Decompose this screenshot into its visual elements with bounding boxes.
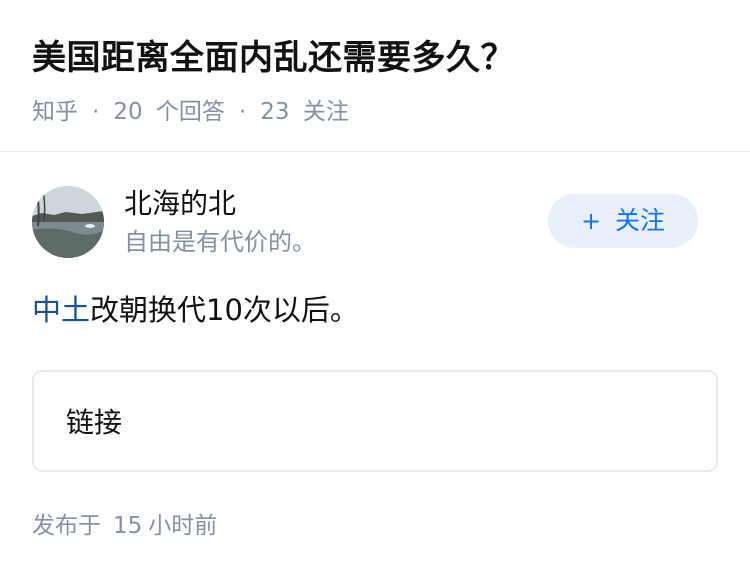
link-card-label: 链接 [66,406,123,439]
meta-separator: · [92,99,100,125]
plus-icon: + [580,207,602,235]
link-card[interactable]: 链接 [32,370,718,472]
answer-content: 中土改朝换代10次以后。 [0,290,750,330]
avatar-image [32,186,104,258]
follower-count: 23 [260,99,290,125]
author-name[interactable]: 北海的北 [124,186,236,222]
follow-label: 关注 [615,206,666,235]
published-time: 发布于 15 小时前 [0,510,750,542]
published-count: 15 [113,513,143,539]
follow-button[interactable]: + 关注 [548,194,698,248]
question-meta: 知乎 · 20 个回答 · 23 关注 [32,96,718,128]
author-row: 北海的北 自由是有代价的。 + 关注 [0,152,750,262]
question-title[interactable]: 美国距离全面内乱还需要多久？ [32,34,718,82]
avatar[interactable] [32,186,104,258]
source-label[interactable]: 知乎 [32,96,78,128]
answer-count-label: 个回答 [155,99,225,125]
published-label: 发布于 [32,513,101,539]
author-bio: 自由是有代价的。 [124,228,316,256]
answer-inline-link[interactable]: 中土 [32,293,90,327]
answer-count: 20 [113,99,143,125]
question-header: 美国距离全面内乱还需要多久？ 知乎 · 20 个回答 · 23 关注 [0,0,750,152]
answer-count-link[interactable]: 20 个回答 [113,96,225,128]
follower-count-link[interactable]: 23 关注 [260,96,349,128]
answer-body-text: 改朝换代10次以后。 [90,293,359,327]
published-unit: 小时前 [148,513,218,539]
meta-separator: · [238,99,247,125]
follower-count-label: 关注 [302,99,349,125]
